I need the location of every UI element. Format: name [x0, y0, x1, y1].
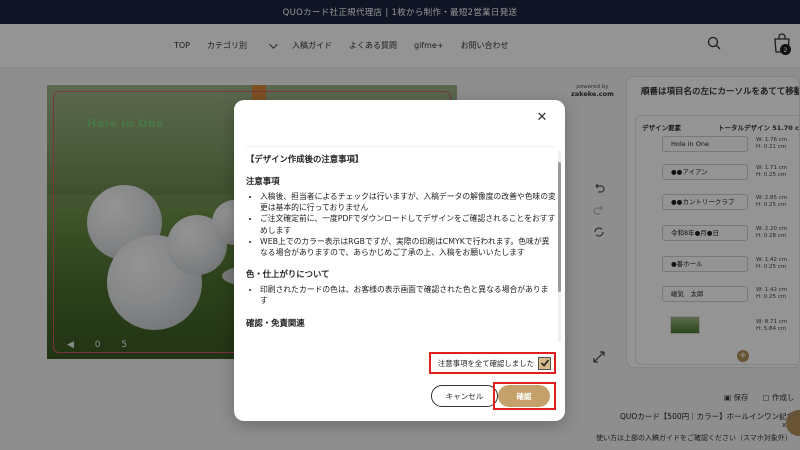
notice-scrollbar[interactable] — [558, 150, 561, 342]
notice-heading: 【デザイン作成後の注意事項】 — [246, 154, 364, 164]
close-icon[interactable]: ✕ — [534, 110, 550, 126]
confirm-label: 注意事項を全て確認しました — [437, 358, 534, 368]
notice-dialog: ✕ 【デザイン作成後の注意事項】 注意事項 入稿後、担当者によるチェックは行いま… — [234, 100, 565, 421]
checkmark-icon — [540, 359, 549, 367]
section-title: 注意事項 — [246, 176, 280, 186]
cancel-button[interactable]: キャンセル — [431, 385, 498, 407]
notice-item: ご注文確定前に、一度PDFでダウンロードしてデザインをご確認されることをおすすめ… — [260, 213, 556, 235]
confirm-checkbox-row[interactable]: 注意事項を全て確認しました — [429, 352, 556, 374]
notice-item: WEB上でのカラー表示はRGBですが、実際の印刷はCMYKで行われます。色味が異… — [260, 236, 556, 258]
notice-list: 入稿後、担当者によるチェックは行いますが、入稿データの解像度の改善や色味の変更は… — [246, 191, 556, 258]
notice-item: 印刷されたカードの色は、お客様の表示画面で確認された色と異なる場合があります — [260, 284, 556, 306]
confirm-button[interactable]: 確認 — [498, 385, 550, 407]
confirm-checkbox[interactable] — [538, 356, 551, 370]
notice-content: 【デザイン作成後の注意事項】 注意事項 入稿後、担当者によるチェックは行いますが… — [246, 146, 556, 344]
scrollbar-thumb[interactable] — [558, 162, 561, 292]
section-title: 確認・免責関連 — [246, 317, 305, 328]
notice-item: 入稿後、担当者によるチェックは行いますが、入稿データの解像度の改善や色味の変更は… — [260, 191, 556, 213]
section-title: 色・仕上がりについて — [246, 269, 330, 280]
notice-list: 印刷されたカードの色は、お客様の表示画面で確認された色と異なる場合があります — [246, 284, 556, 306]
